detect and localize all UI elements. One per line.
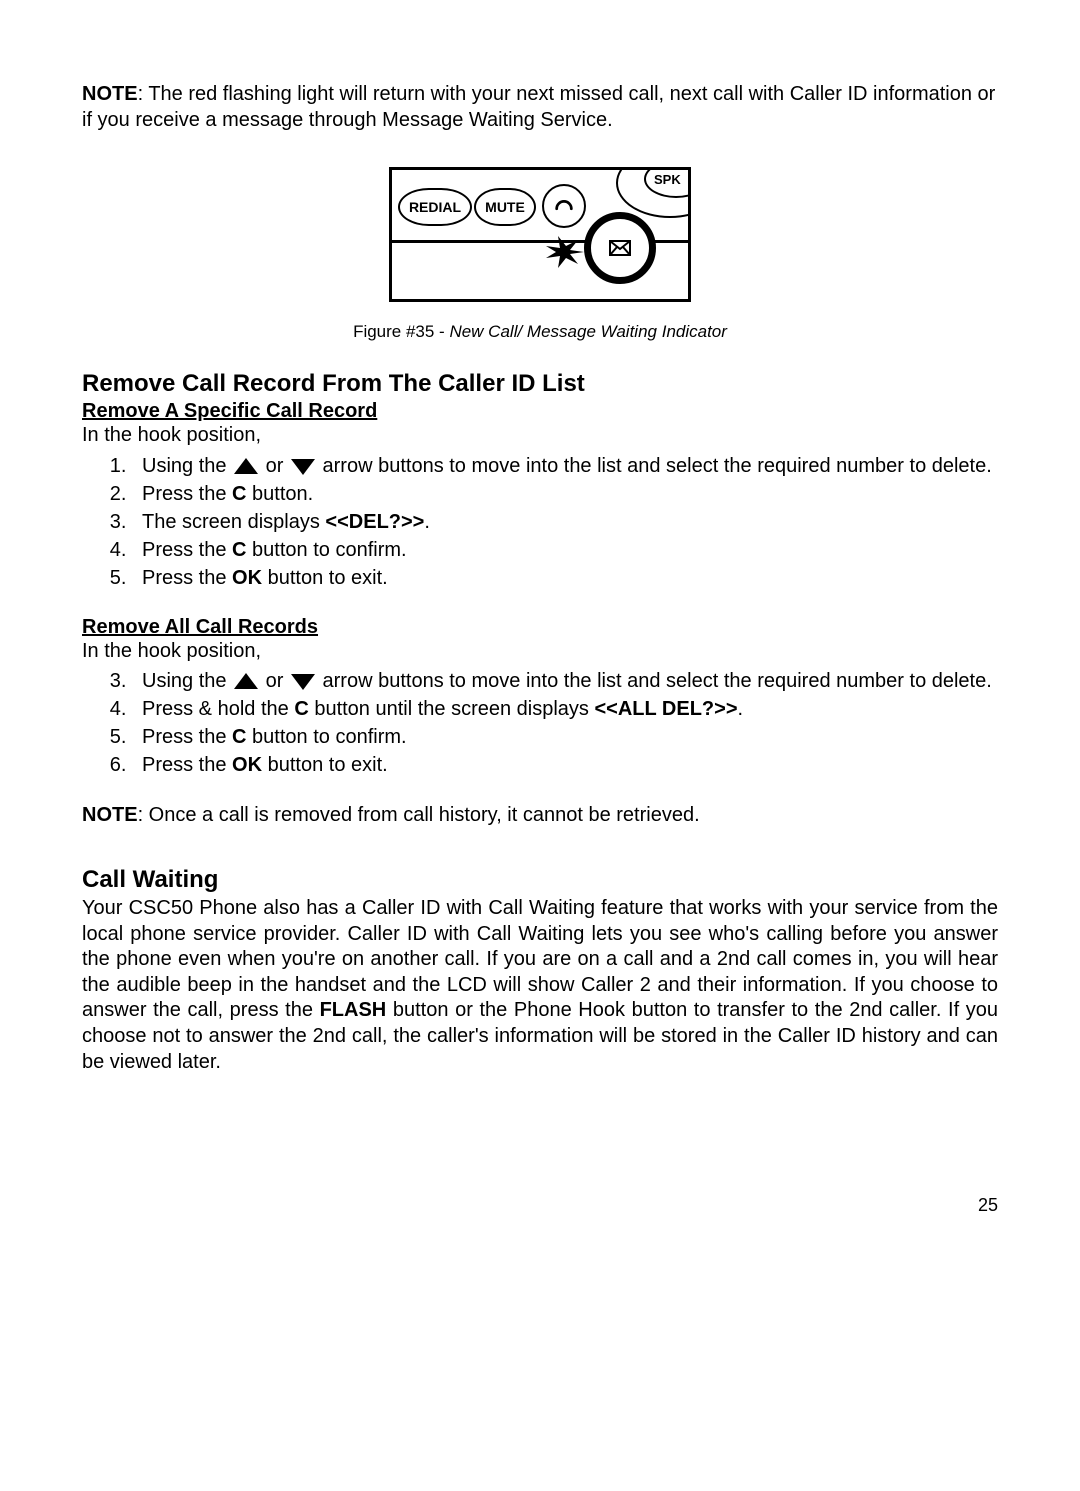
section-heading-call-waiting: Call Waiting (82, 866, 998, 894)
up-arrow-icon (234, 673, 258, 689)
steps-remove-specific: Using the or arrow buttons to move into … (132, 453, 998, 591)
subheading-remove-all: Remove All Call Records (82, 616, 998, 639)
page-number: 25 (82, 1195, 998, 1216)
section-heading-remove-record: Remove Call Record From The Caller ID Li… (82, 370, 998, 398)
list-item: Using the or arrow buttons to move into … (132, 453, 998, 479)
subheading-remove-specific: Remove A Specific Call Record (82, 400, 998, 423)
redial-button-graphic: REDIAL (398, 188, 472, 226)
list-item: Press the C button to confirm. (132, 724, 998, 750)
envelope-icon (609, 240, 631, 256)
up-arrow-icon (234, 458, 258, 474)
handset-button-graphic (542, 184, 586, 228)
note-text: : Once a call is removed from call histo… (138, 804, 700, 826)
list-item: The screen displays <<DEL?>>. (132, 509, 998, 535)
mute-button-graphic: MUTE (474, 188, 536, 226)
list-item: Press the C button. (132, 481, 998, 507)
list-item: Press the C button to confirm. (132, 537, 998, 563)
hook-position-text-2: In the hook position, (82, 639, 998, 665)
figure-caption: Figure #35 - New Call/ Message Waiting I… (82, 322, 998, 342)
message-indicator-circle (584, 212, 656, 284)
note-label: NOTE (82, 83, 138, 105)
hook-position-text: In the hook position, (82, 423, 998, 449)
down-arrow-icon (291, 459, 315, 475)
note-text: : The red flashing light will return wit… (82, 83, 995, 131)
list-item: Using the or arrow buttons to move into … (132, 668, 998, 694)
note-paragraph-2: NOTE: Once a call is removed from call h… (82, 803, 998, 829)
list-item: Press & hold the C button until the scre… (132, 696, 998, 722)
down-arrow-icon (291, 674, 315, 690)
list-item: Press the OK button to exit. (132, 752, 998, 778)
call-waiting-paragraph: Your CSC50 Phone also has a Caller ID wi… (82, 896, 998, 1075)
figure-35: REDIAL MUTE SPK ° ° ° (82, 167, 998, 308)
list-item: Press the OK button to exit. (132, 565, 998, 591)
steps-remove-all: Using the or arrow buttons to move into … (132, 668, 998, 778)
phone-panel-illustration: REDIAL MUTE SPK ° ° ° (389, 167, 691, 302)
note-paragraph: NOTE: The red flashing light will return… (82, 82, 998, 133)
note-label: NOTE (82, 804, 138, 826)
